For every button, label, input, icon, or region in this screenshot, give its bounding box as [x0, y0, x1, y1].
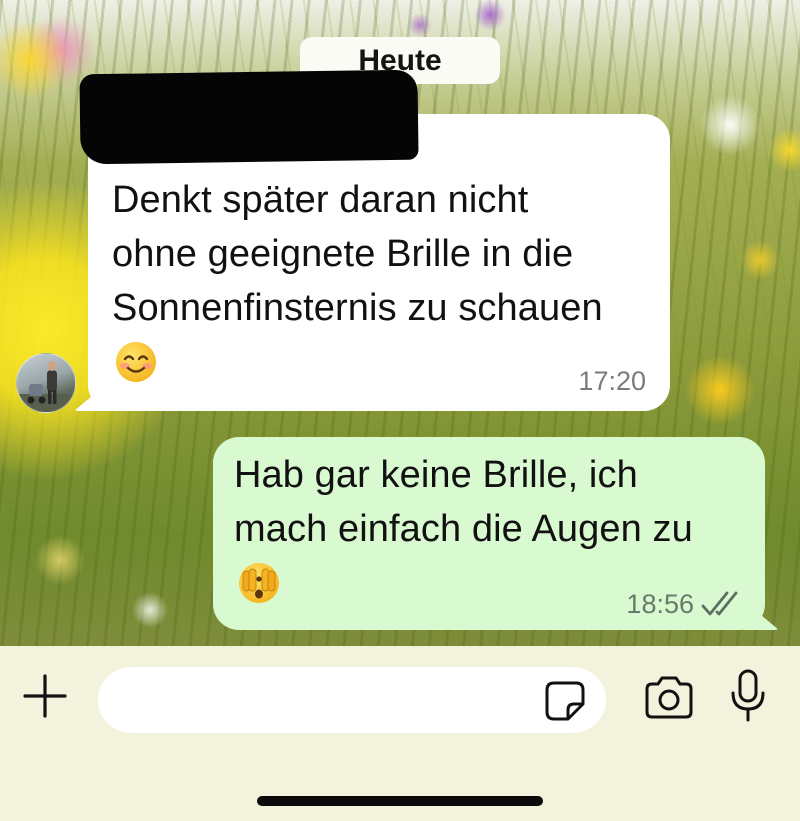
- face-with-hand-over-eyes-emoji: [239, 563, 279, 603]
- home-indicator[interactable]: [257, 796, 543, 806]
- plus-icon[interactable]: [22, 673, 68, 719]
- redaction-bar: [79, 69, 419, 165]
- message-text: Hab gar keine Brille, ich mach einfach d…: [234, 454, 693, 550]
- sticker-icon[interactable]: [544, 680, 586, 722]
- sender-avatar[interactable]: [16, 353, 76, 413]
- camera-icon[interactable]: [643, 675, 695, 721]
- avatar-photo: [17, 361, 75, 412]
- message-timestamp: 18:56: [626, 589, 694, 619]
- chat-screen: Heute i Denkt später daran nicht ohne ge…: [0, 0, 800, 821]
- message-text: Denkt später daran nicht ohne geeignete …: [112, 179, 603, 329]
- message-timestamp: 17:20: [578, 366, 646, 396]
- read-double-check-icon: [701, 591, 738, 616]
- smiling-face-emoji: [116, 342, 156, 382]
- microphone-icon[interactable]: [728, 668, 768, 724]
- message-input[interactable]: [98, 667, 606, 733]
- outgoing-message-bubble[interactable]: Hab gar keine Brille, ich mach einfach d…: [213, 437, 765, 630]
